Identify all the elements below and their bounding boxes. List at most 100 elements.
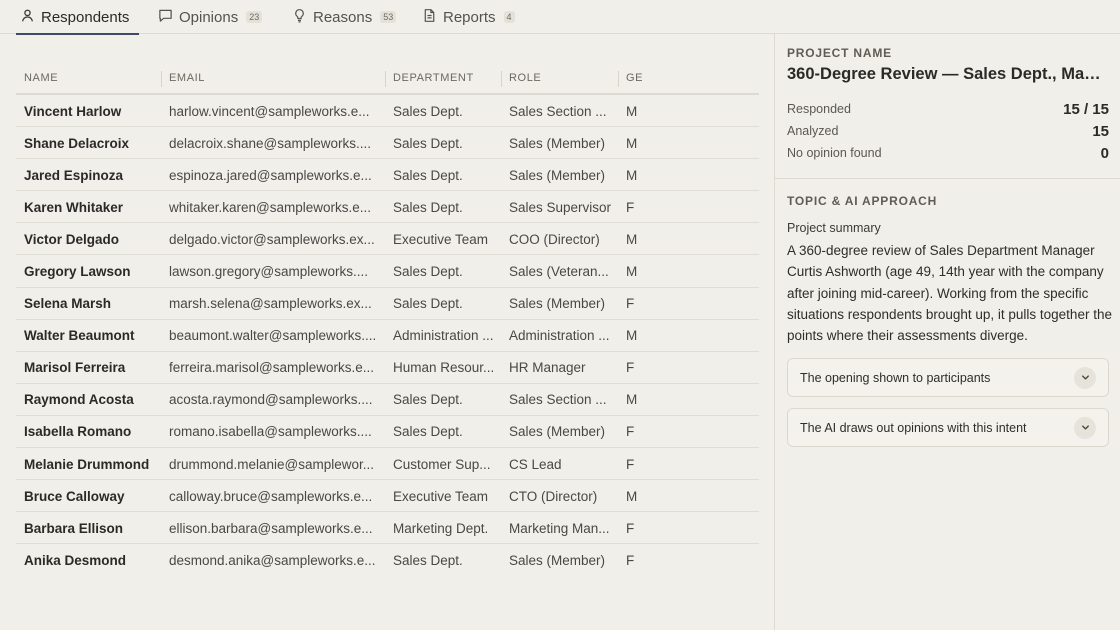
cell-email: drummond.melanie@samplewor... bbox=[169, 456, 375, 472]
cell-name: Marisol Ferreira bbox=[24, 360, 126, 376]
chevron-down-icon[interactable] bbox=[1074, 416, 1096, 439]
cell-role: Marketing Man... bbox=[509, 520, 610, 536]
cell-name: Jared Espinoza bbox=[24, 167, 124, 183]
table-row[interactable]: Gregory Lawson lawson.gregory@sampleworks… bbox=[16, 255, 759, 288]
table-row[interactable]: Selena Marsh marsh.selena@sampleworks.ex.… bbox=[16, 288, 759, 320]
cell-department: Sales Dept. bbox=[393, 167, 463, 183]
cell-name: Bruce Calloway bbox=[24, 488, 125, 504]
tab-opinions[interactable]: Opinions 23 bbox=[158, 0, 263, 34]
tab-count-badge: 23 bbox=[246, 11, 263, 23]
stat-label: Analyzed bbox=[787, 124, 839, 138]
cell-email: ellison.barbara@sampleworks.e... bbox=[169, 520, 373, 536]
cell-email: delacroix.shane@sampleworks.... bbox=[169, 135, 372, 151]
stat-no-opinion: No opinion found 0 bbox=[787, 143, 1109, 163]
cell-gender: M bbox=[626, 263, 638, 279]
stat-analyzed: Analyzed 15 bbox=[787, 121, 1109, 141]
tab-label: Reasons bbox=[313, 8, 373, 26]
cell-role: Sales (Member) bbox=[509, 135, 606, 151]
project-name: 360-Degree Review — Sales Dept., Mana... bbox=[787, 65, 1109, 83]
table-row[interactable]: Karen Whitaker whitaker.karen@sampleworks… bbox=[16, 191, 759, 224]
cell-gender: F bbox=[626, 456, 635, 472]
tab-label: Reports bbox=[443, 8, 496, 26]
cell-role: Sales Section ... bbox=[509, 392, 607, 408]
table-row[interactable]: Raymond Acosta acosta.raymond@sampleworks… bbox=[16, 384, 759, 416]
cell-department: Sales Dept. bbox=[393, 296, 463, 312]
cell-email: calloway.bruce@sampleworks.e... bbox=[169, 488, 373, 504]
topic-section-label: TOPIC & AI APPROACH bbox=[787, 194, 938, 208]
cell-role: Sales Supervisor bbox=[509, 199, 612, 215]
cell-name: Gregory Lawson bbox=[24, 263, 131, 279]
cell-name: Karen Whitaker bbox=[24, 199, 124, 215]
cell-gender: M bbox=[626, 392, 638, 408]
table-header: NAME EMAIL DEPARTMENT ROLE GE bbox=[16, 63, 759, 95]
stat-value: 15 bbox=[1092, 122, 1109, 140]
table-row[interactable]: Melanie Drummond drummond.melanie@samplew… bbox=[16, 448, 759, 481]
stat-value: 15 / 15 bbox=[1063, 100, 1109, 118]
cell-department: Marketing Dept. bbox=[393, 520, 489, 536]
tab-respondents[interactable]: Respondents bbox=[16, 0, 139, 35]
column-header-role[interactable]: ROLE bbox=[501, 63, 612, 93]
cell-department: Executive Team bbox=[393, 488, 489, 504]
cell-gender: F bbox=[626, 296, 635, 312]
table-row[interactable]: Jared Espinoza espinoza.jared@sampleworks… bbox=[16, 159, 759, 192]
tab-reasons[interactable]: Reasons 53 bbox=[292, 0, 397, 34]
cell-name: Isabella Romano bbox=[24, 424, 132, 440]
accordion-ai-intent[interactable]: The AI draws out opinions with this inte… bbox=[787, 408, 1109, 447]
tab-bar: Respondents Opinions 23 Reasons 53 Repor… bbox=[0, 0, 1120, 35]
lightbulb-icon bbox=[292, 8, 307, 27]
chevron-down-icon[interactable] bbox=[1074, 366, 1096, 389]
cell-gender: M bbox=[626, 231, 638, 247]
table-row[interactable]: Vincent Harlow harlow.vincent@sampleworks… bbox=[16, 95, 759, 128]
cell-name: Vincent Harlow bbox=[24, 103, 122, 119]
accordion-label: The AI draws out opinions with this inte… bbox=[800, 420, 1027, 435]
cell-gender: F bbox=[626, 199, 635, 215]
table-body: Vincent Harlow harlow.vincent@sampleworks… bbox=[16, 95, 759, 576]
cell-role: COO (Director) bbox=[509, 231, 600, 247]
cell-role: Administration ... bbox=[509, 328, 610, 344]
tab-count-badge: 53 bbox=[380, 11, 397, 23]
tab-reports[interactable]: Reports 4 bbox=[422, 0, 515, 34]
accordion-label: The opening shown to participants bbox=[800, 370, 991, 385]
table-row[interactable]: Shane Delacroix delacroix.shane@samplewor… bbox=[16, 127, 759, 160]
table-row[interactable]: Anika Desmond desmond.anika@sampleworks.e… bbox=[16, 544, 759, 576]
column-header-gender[interactable]: GE bbox=[618, 63, 656, 93]
cell-gender: F bbox=[626, 360, 635, 376]
table-row[interactable]: Walter Beaumont beaumont.walter@samplewor… bbox=[16, 320, 759, 352]
cell-role: CS Lead bbox=[509, 456, 562, 472]
table-row[interactable]: Isabella Romano romano.isabella@samplewor… bbox=[16, 416, 759, 449]
cell-gender: M bbox=[626, 328, 638, 344]
cell-role: Sales (Member) bbox=[509, 424, 606, 440]
cell-department: Sales Dept. bbox=[393, 392, 463, 408]
table-row[interactable]: Barbara Ellison ellison.barbara@samplewor… bbox=[16, 512, 759, 545]
chat-bubble-icon bbox=[158, 8, 173, 27]
project-summary-text: A 360-degree review of Sales Department … bbox=[787, 243, 1112, 344]
cell-role: Sales (Member) bbox=[509, 552, 606, 568]
cell-email: romano.isabella@sampleworks.... bbox=[169, 424, 372, 440]
cell-role: Sales Section ... bbox=[509, 103, 607, 119]
cell-role: Sales (Veteran... bbox=[509, 263, 609, 279]
cell-gender: M bbox=[626, 135, 638, 151]
cell-gender: M bbox=[626, 167, 638, 183]
stat-responded: Responded 15 / 15 bbox=[787, 99, 1109, 119]
column-header-email[interactable]: EMAIL bbox=[161, 63, 376, 93]
table-row[interactable]: Marisol Ferreira ferreira.marisol@samplew… bbox=[16, 352, 759, 384]
cell-gender: F bbox=[626, 424, 635, 440]
table-row[interactable]: Bruce Calloway calloway.bruce@sampleworks… bbox=[16, 480, 759, 513]
tab-label: Opinions bbox=[179, 8, 239, 26]
cell-name: Shane Delacroix bbox=[24, 135, 130, 151]
cell-department: Administration ... bbox=[393, 328, 494, 344]
project-name-label: PROJECT NAME bbox=[787, 46, 892, 60]
cell-gender: F bbox=[626, 552, 635, 568]
column-header-name[interactable]: NAME bbox=[24, 63, 164, 93]
cell-department: Sales Dept. bbox=[393, 103, 463, 119]
cell-email: ferreira.marisol@sampleworks.e... bbox=[169, 360, 375, 376]
cell-department: Sales Dept. bbox=[393, 424, 463, 440]
table-row[interactable]: Victor Delgado delgado.victor@sampleworks… bbox=[16, 223, 759, 256]
cell-department: Sales Dept. bbox=[393, 199, 463, 215]
cell-role: Sales (Member) bbox=[509, 296, 606, 312]
accordion-opening-message[interactable]: The opening shown to participants bbox=[787, 358, 1109, 397]
column-header-department[interactable]: DEPARTMENT bbox=[385, 63, 495, 93]
cell-email: lawson.gregory@sampleworks.... bbox=[169, 263, 369, 279]
cell-name: Victor Delgado bbox=[24, 231, 120, 247]
cell-gender: M bbox=[626, 488, 638, 504]
